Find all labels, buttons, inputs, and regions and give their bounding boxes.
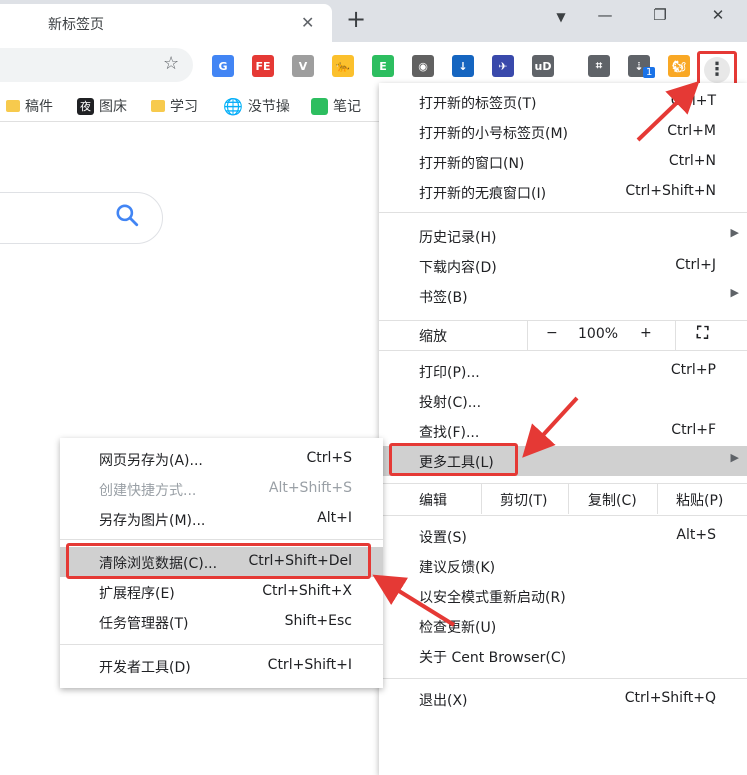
arrow-to-clear-data xyxy=(372,574,456,627)
arrow-to-menu-button xyxy=(636,80,700,142)
annotation-arrows xyxy=(372,80,700,627)
arrow-to-more-tools xyxy=(522,396,579,458)
